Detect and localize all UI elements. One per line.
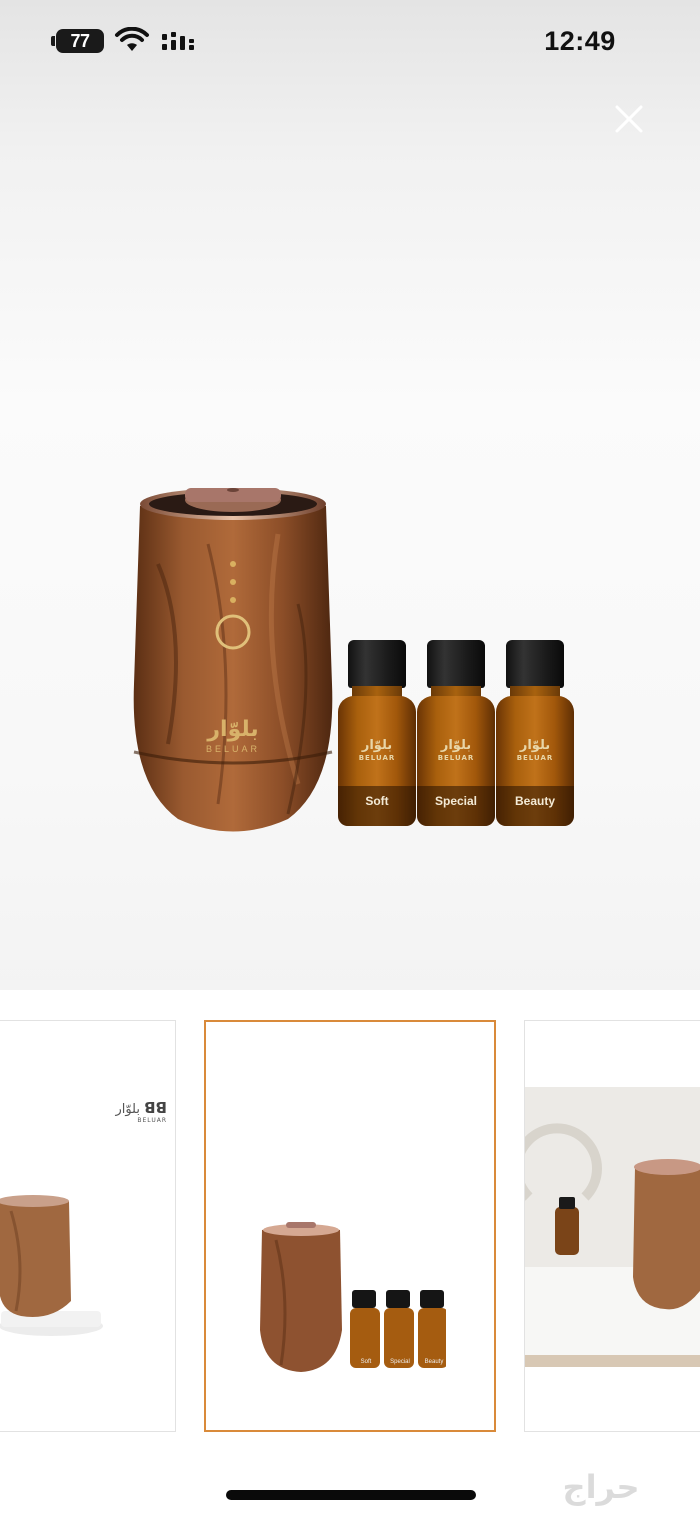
oil-bottle: بلوّار BELUAR Beauty <box>494 640 574 830</box>
bottle-label: Special <box>434 794 478 808</box>
product-photo-viewer[interactable]: 77 12:49 بلوّار BELUAR بلوّار BELUAR Sof… <box>0 0 700 990</box>
home-indicator[interactable] <box>226 1490 476 1500</box>
close-icon[interactable] <box>608 98 650 140</box>
bottle-label: Soft <box>365 794 389 808</box>
oil-bottle: بلوّار BELUAR Special <box>415 640 495 830</box>
thumbnail-image <box>260 1222 446 1372</box>
svg-text:حراج: حراج <box>563 1468 640 1506</box>
thumbnail-strip[interactable]: بلوّار ꓭꓭ BELUAR Soft Special Beauty <box>0 990 700 1450</box>
diffuser-brand-logo: بلوّار <box>206 717 258 742</box>
signal-icon <box>162 32 194 50</box>
thumbnail-3[interactable] <box>524 1020 700 1432</box>
bottle-label: Beauty <box>514 794 555 808</box>
thumbnail-1[interactable]: بلوّار ꓭꓭ BELUAR <box>0 1020 176 1432</box>
wifi-icon <box>115 27 149 51</box>
svg-text:BELUAR: BELUAR <box>206 744 260 754</box>
thumbnail-2-selected[interactable]: Soft Special Beauty <box>204 1020 496 1432</box>
haraj-watermark: حراج <box>563 1468 640 1506</box>
oil-bottles: بلوّار BELUAR Soft بلوّار BELUAR Special ب… <box>336 640 576 830</box>
battery-indicator: 77 <box>51 29 104 53</box>
oil-bottle: بلوّار BELUAR Soft <box>336 640 416 830</box>
thumbnail-brand-logo: بلوّار ꓭꓭ BELUAR <box>115 1099 167 1124</box>
status-bar: 77 12:49 <box>0 0 700 84</box>
thumbnail-image <box>525 1087 700 1367</box>
status-time: 12:49 <box>544 26 616 56</box>
thumbnail-image <box>0 1195 103 1336</box>
diffuser-image: بلوّار BELUAR <box>133 488 333 832</box>
